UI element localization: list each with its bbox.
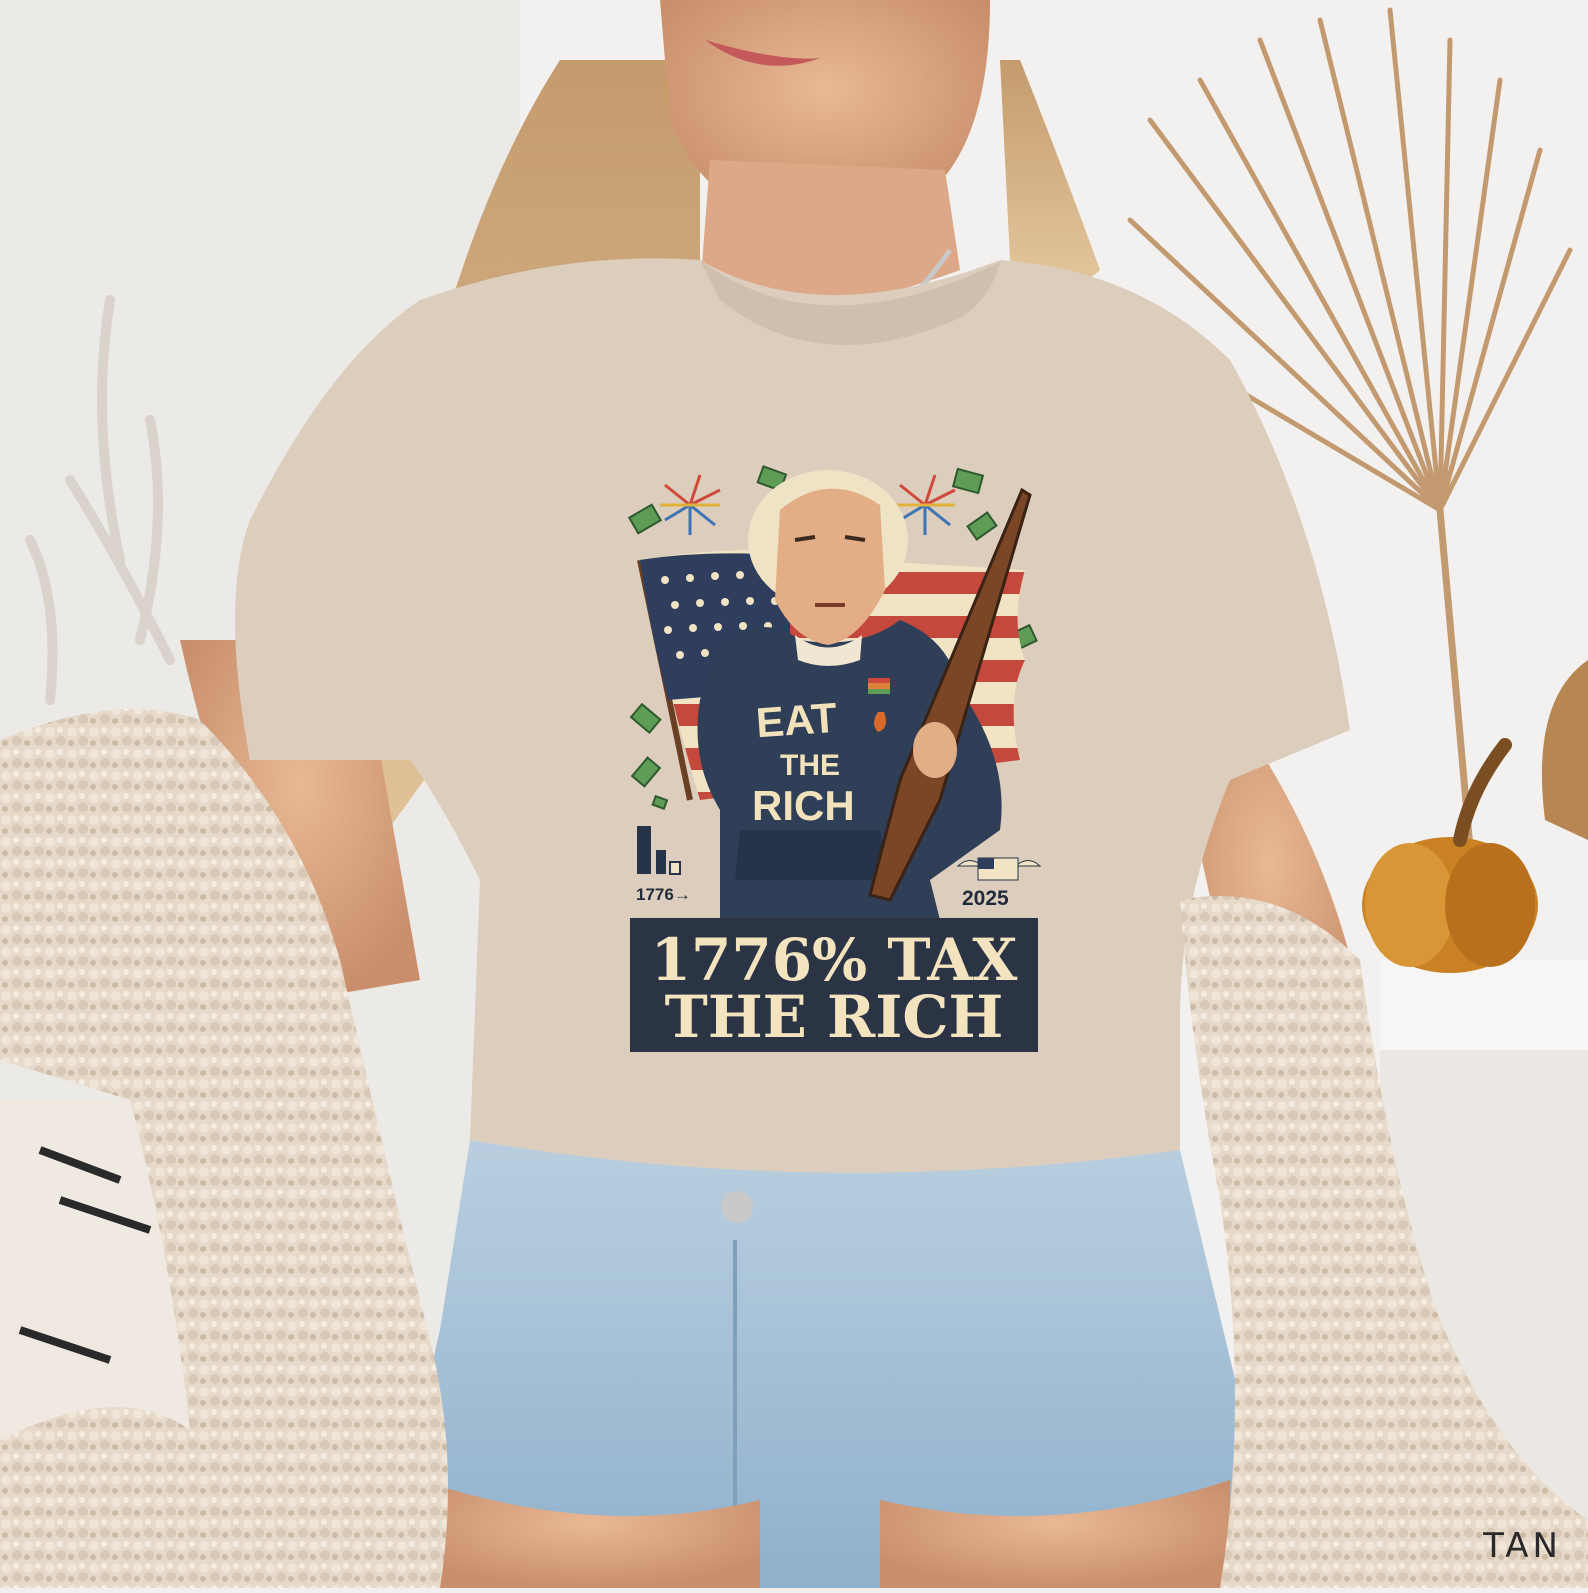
chart-year-label: 1776→	[636, 885, 691, 904]
hoodie-text-rich: RICH	[752, 782, 855, 829]
slogan-line-2: THE RICH	[665, 983, 1004, 1051]
white-shelf	[1380, 960, 1588, 1050]
year-2025-label: 2025	[962, 887, 1009, 910]
product-photo: EAT THE RICH 1776→ 2025 1776% TAX THE RI…	[0, 0, 1588, 1590]
hoodie-text-eat: EAT	[754, 694, 838, 747]
hand	[913, 722, 957, 778]
color-tag: TAN	[1483, 1526, 1562, 1566]
hoodie-text-the: THE	[780, 749, 840, 782]
